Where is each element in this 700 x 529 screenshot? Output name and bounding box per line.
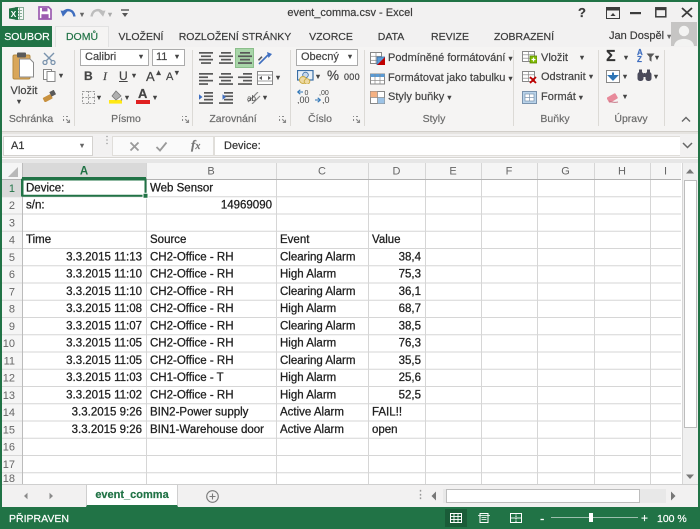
svg-text:Clearing Alarm: Clearing Alarm (280, 251, 355, 263)
svg-text:3.3.2015 11:07: 3.3.2015 11:07 (66, 320, 142, 332)
svg-text:9: 9 (9, 321, 15, 333)
svg-text:Event: Event (280, 234, 310, 246)
svg-text:Clearing Alarm: Clearing Alarm (280, 320, 355, 332)
svg-text:I: I (664, 166, 667, 178)
svg-text:High Alarm: High Alarm (280, 269, 336, 281)
svg-text:ab: ab (247, 94, 256, 103)
svg-text:6: 6 (9, 269, 15, 281)
svg-text:18: 18 (3, 473, 15, 484)
svg-text:F: F (506, 166, 513, 178)
svg-text:C: C (318, 166, 326, 178)
svg-text:CH2-Office - RH: CH2-Office - RH (150, 320, 234, 332)
svg-text:CH2-Office - RH: CH2-Office - RH (150, 269, 234, 281)
svg-text:Clearing Alarm: Clearing Alarm (280, 286, 355, 298)
svg-text:4: 4 (9, 235, 15, 247)
svg-text:13: 13 (3, 390, 15, 402)
svg-text:open: open (372, 424, 398, 436)
svg-text:10: 10 (3, 338, 15, 350)
svg-text:,00: ,00 (297, 95, 310, 104)
svg-text:5: 5 (9, 252, 15, 264)
svg-text:3.3.2015 9:26: 3.3.2015 9:26 (72, 424, 142, 436)
svg-text:3.3.2015 11:10: 3.3.2015 11:10 (66, 269, 142, 281)
svg-text:3.3.2015 11:02: 3.3.2015 11:02 (66, 389, 142, 401)
svg-text:BIN2-Power supply: BIN2-Power supply (150, 407, 249, 419)
svg-text:High Alarm: High Alarm (280, 303, 336, 315)
svg-text:Time: Time (26, 234, 51, 246)
svg-text:2: 2 (9, 200, 15, 212)
svg-text:25,6: 25,6 (399, 372, 421, 384)
svg-text:B: B (207, 166, 214, 178)
svg-text:G: G (561, 166, 570, 178)
svg-text:Active Alarm: Active Alarm (280, 424, 344, 436)
svg-text:68,7: 68,7 (399, 303, 421, 315)
svg-text:BIN1-Warehouse door: BIN1-Warehouse door (150, 424, 264, 436)
svg-text:3.3.2015 11:13: 3.3.2015 11:13 (66, 251, 142, 263)
svg-text:1: 1 (9, 183, 15, 195)
svg-text:High Alarm: High Alarm (280, 372, 336, 384)
svg-text:,0: ,0 (322, 95, 330, 104)
svg-text:Device:: Device: (26, 182, 64, 194)
svg-text:16: 16 (3, 442, 15, 454)
svg-text:E: E (449, 166, 456, 178)
svg-text:14: 14 (3, 407, 15, 419)
svg-text:High Alarm: High Alarm (280, 389, 336, 401)
svg-text:52,5: 52,5 (399, 389, 421, 401)
svg-text:s/n:: s/n: (26, 200, 45, 212)
svg-text:CH1-Office - T: CH1-Office - T (150, 372, 224, 384)
svg-text:3.3.2015 11:08: 3.3.2015 11:08 (66, 303, 142, 315)
svg-text:3.3.2015 9:26: 3.3.2015 9:26 (72, 407, 142, 419)
svg-text:14969090: 14969090 (221, 200, 272, 212)
svg-text:11: 11 (4, 355, 15, 367)
svg-text:15: 15 (3, 424, 15, 436)
svg-text:D: D (393, 166, 401, 178)
svg-text:CH2-Office - RH: CH2-Office - RH (150, 286, 234, 298)
svg-text:H: H (618, 166, 626, 178)
svg-text:CH2-Office - RH: CH2-Office - RH (150, 338, 234, 350)
svg-text:Value: Value (372, 234, 401, 246)
svg-text:Clearing Alarm: Clearing Alarm (280, 355, 355, 367)
svg-text:12: 12 (3, 373, 15, 385)
svg-text:A: A (80, 166, 88, 178)
svg-text:CH2-Office - RH: CH2-Office - RH (150, 355, 234, 367)
svg-text:7: 7 (9, 286, 15, 298)
svg-text:CH2-Office - RH: CH2-Office - RH (150, 389, 234, 401)
svg-text:38,4: 38,4 (399, 251, 422, 263)
svg-text:3.3.2015 11:05: 3.3.2015 11:05 (66, 355, 142, 367)
svg-text:36,1: 36,1 (399, 286, 421, 298)
svg-text:High Alarm: High Alarm (280, 338, 336, 350)
svg-text:38,5: 38,5 (399, 320, 421, 332)
svg-text:FAIL!!: FAIL!! (372, 407, 402, 419)
svg-text:3.3.2015 11:05: 3.3.2015 11:05 (66, 338, 142, 350)
svg-text:Active Alarm: Active Alarm (280, 407, 344, 419)
svg-text:17: 17 (3, 459, 15, 471)
svg-text:3.3.2015 11:03: 3.3.2015 11:03 (66, 372, 142, 384)
svg-text:35,5: 35,5 (399, 355, 421, 367)
svg-text:3.3.2015 11:10: 3.3.2015 11:10 (66, 286, 142, 298)
svg-text:CH2-Office - RH: CH2-Office - RH (150, 303, 234, 315)
svg-text:8: 8 (9, 304, 15, 316)
svg-text:Source: Source (150, 234, 186, 246)
svg-text:CH2-Office - RH: CH2-Office - RH (150, 251, 234, 263)
svg-text:Web Sensor: Web Sensor (150, 182, 213, 194)
svg-text:75,3: 75,3 (399, 269, 421, 281)
svg-text:76,3: 76,3 (399, 338, 421, 350)
svg-text:3: 3 (9, 217, 15, 229)
